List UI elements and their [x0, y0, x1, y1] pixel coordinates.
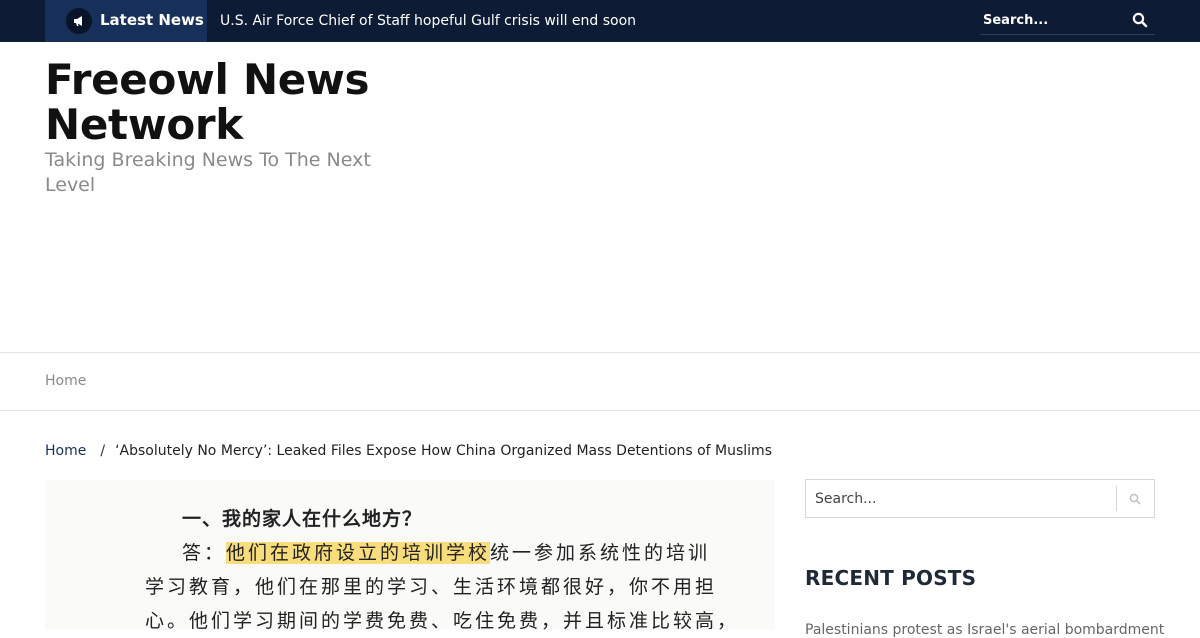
search-icon[interactable]: [1131, 11, 1149, 29]
document-line-2: 学习教育，他们在那里的学习、生活环境都很好，你不用担: [145, 576, 718, 598]
document-line-1: 答：他们在政府设立的培训学校统一参加系统性的培训: [182, 538, 710, 565]
breadcrumb-current: ‘Absolutely No Mercy’: Leaked Files Expo…: [115, 443, 772, 459]
breadcrumb-separator: /: [100, 443, 106, 459]
megaphone-icon: [66, 8, 92, 34]
document-line-1-rest: 统一参加系统性的培训: [490, 542, 711, 564]
recent-post-link[interactable]: Palestinians protest as Israel's aerial …: [805, 622, 1164, 638]
document-line-3: 心。他们学习期间的学费免费、吃住免费，并且标准比较高，: [145, 610, 740, 630]
document-answer-prefix: 答：: [182, 542, 227, 564]
site-title[interactable]: Freeowl News Network: [45, 57, 405, 147]
recent-posts-heading: RECENT POSTS: [805, 566, 977, 590]
top-bar: Latest News U.S. Air Force Chief of Staf…: [0, 0, 1200, 42]
latest-news-button[interactable]: Latest News: [45, 0, 207, 42]
document-heading: 一、我的家人在什么地方？: [182, 508, 423, 530]
sidebar-search-form: [805, 479, 1155, 518]
top-search-input[interactable]: [980, 6, 1125, 34]
top-search-form: [980, 6, 1155, 35]
main-navigation: Home: [0, 352, 1200, 411]
nav-item-home[interactable]: Home: [45, 373, 86, 389]
breadcrumb-home-link[interactable]: Home: [45, 443, 86, 459]
search-divider: [1116, 486, 1117, 511]
search-icon[interactable]: [1126, 490, 1144, 508]
article-featured-image: 一、我的家人在什么地方？ 答：他们在政府设立的培训学校统一参加系统性的培训 学习…: [45, 480, 775, 630]
sidebar-search-input[interactable]: [806, 480, 1116, 517]
document-highlighted-text: 他们在政府设立的培训学校: [226, 542, 491, 564]
ticker-headline-link[interactable]: U.S. Air Force Chief of Staff hopeful Gu…: [220, 13, 636, 29]
latest-news-label: Latest News: [100, 11, 204, 29]
site-tagline: Taking Breaking News To The Next Level: [45, 149, 371, 196]
breadcrumb: Home / ‘Absolutely No Mercy’: Leaked Files…: [45, 443, 772, 459]
